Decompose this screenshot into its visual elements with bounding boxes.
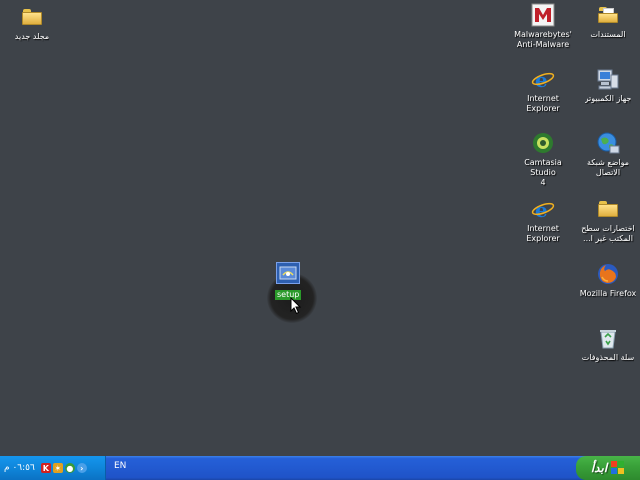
folder-icon <box>595 196 621 222</box>
system-tray: ٠٦:٥٦ م K ✶ ● › <box>0 456 106 480</box>
desktop-icon-camtasia[interactable]: Camtasia Studio 4 <box>511 130 575 188</box>
desktop-icon-label: Internet Explorer <box>526 224 560 243</box>
folder-icon <box>19 4 45 30</box>
documents-folder-icon <box>595 2 621 28</box>
desktop-icon-network-places[interactable]: مواضع شبكة الاتصال <box>576 130 640 178</box>
svg-text:e: e <box>535 68 548 91</box>
taskbar: ٠٦:٥٦ م K ✶ ● › EN ابدأ <box>0 456 640 480</box>
mouse-pointer-icon <box>290 297 302 315</box>
desktop-icon-new-folder[interactable]: مجلد جديد <box>0 4 64 42</box>
desktop-icon-internet-explorer-2[interactable]: e Internet Explorer <box>511 196 575 244</box>
internet-explorer-icon: e <box>530 66 556 92</box>
recycle-bin-icon <box>595 325 621 351</box>
desktop-icon-desktop-shortcuts[interactable]: اختصارات سطح المكتب غير ا... <box>576 196 640 244</box>
desktop-icon-my-documents[interactable]: المستندات <box>576 2 640 40</box>
antivirus-tray-icon[interactable]: K <box>40 463 51 473</box>
desktop-icon-label: Malwarebytes' Anti-Malware <box>514 30 572 49</box>
desktop-icon-label: مجلد جديد <box>14 32 50 41</box>
start-button[interactable]: ابدأ <box>576 456 640 480</box>
firefox-icon <box>595 261 621 287</box>
desktop-icon-label: Camtasia Studio 4 <box>524 158 562 187</box>
internet-explorer-icon: e <box>530 196 556 222</box>
svg-text:e: e <box>535 198 548 221</box>
computer-icon <box>595 66 621 92</box>
security-tray-icon[interactable]: ● <box>64 463 75 473</box>
desktop: مجلد جديد المستندات جهاز الكمبيوتر مواضع… <box>0 0 640 456</box>
arrow-tray-icon[interactable]: › <box>76 463 87 473</box>
desktop-icon-malwarebytes[interactable]: Malwarebytes' Anti-Malware <box>511 2 575 50</box>
camtasia-icon <box>530 130 556 156</box>
desktop-icon-setup[interactable] <box>276 262 300 284</box>
setup-installer-icon <box>279 266 297 280</box>
desktop-icon-label: Mozilla Firefox <box>579 289 637 298</box>
start-label: ابدأ <box>590 461 608 475</box>
desktop-icon-label: سلة المحذوفات <box>581 353 635 362</box>
desktop-icon-label: المستندات <box>590 30 626 39</box>
desktop-icon-recycle-bin[interactable]: سلة المحذوفات <box>576 325 640 363</box>
windows-flag-icon <box>611 461 625 475</box>
network-tray-icon[interactable]: ✶ <box>52 463 63 473</box>
desktop-icon-label: جهاز الكمبيوتر <box>584 94 632 103</box>
malwarebytes-icon <box>530 2 556 28</box>
network-globe-icon <box>595 130 621 156</box>
language-indicator[interactable]: EN <box>114 461 126 471</box>
desktop-icon-label: مواضع شبكة الاتصال <box>586 158 630 177</box>
desktop-icon-my-computer[interactable]: جهاز الكمبيوتر <box>576 66 640 104</box>
desktop-icon-label: اختصارات سطح المكتب غير ا... <box>581 224 635 243</box>
desktop-icon-label: Internet Explorer <box>526 94 560 113</box>
clock[interactable]: ٠٦:٥٦ م <box>4 463 35 473</box>
desktop-icon-mozilla-firefox[interactable]: Mozilla Firefox <box>576 261 640 299</box>
desktop-icon-internet-explorer-1[interactable]: e Internet Explorer <box>511 66 575 114</box>
